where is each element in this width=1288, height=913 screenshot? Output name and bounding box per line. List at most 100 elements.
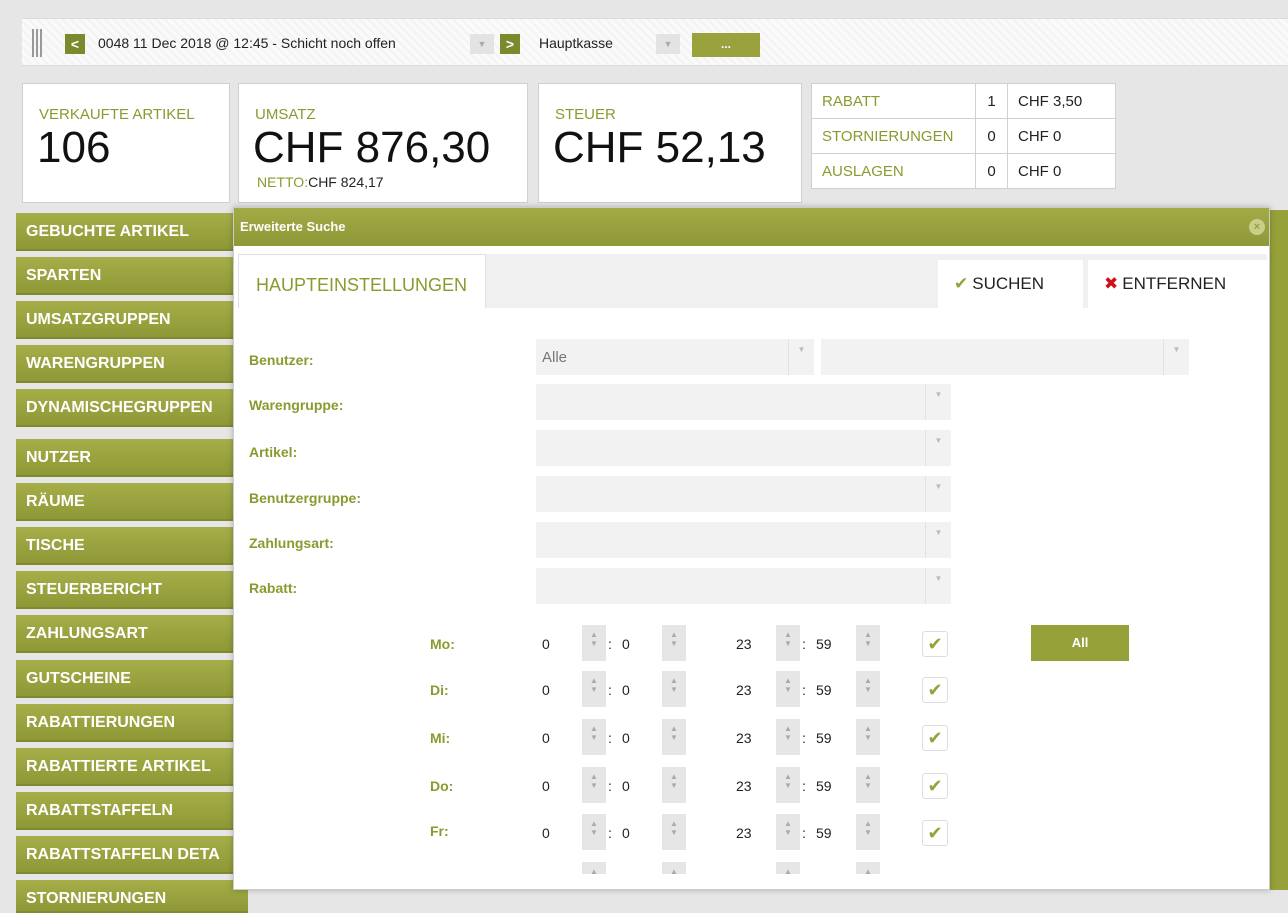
sidebar-item-stornierungen[interactable]: STORNIERUNGEN: [16, 880, 248, 913]
from-minute-spinner[interactable]: 0 ▲ ▼: [616, 719, 686, 755]
to-hour-spinner[interactable]: 23 ▲ ▼: [730, 814, 800, 850]
to-hour-spinner[interactable]: 23 ▲ ▼: [730, 719, 800, 755]
remove-button[interactable]: ✖ ENTFERNEN: [1088, 260, 1267, 308]
net-value: CHF 824,17: [308, 174, 384, 190]
to-hour-spinner[interactable]: 23 ▲ ▼: [730, 671, 800, 707]
day-enabled-checkbox[interactable]: ✔: [922, 773, 948, 799]
remove-button-label: ENTFERNEN: [1122, 274, 1227, 293]
article-select[interactable]: ▼: [536, 430, 951, 466]
from-hour-spinner[interactable]: 0 ▲ ▼: [536, 719, 606, 755]
spinner-arrows-icon[interactable]: ▲: [856, 862, 880, 874]
from-hour-spinner[interactable]: 0 ▲ ▼: [536, 625, 606, 661]
to-minute-spinner[interactable]: ▲: [810, 862, 880, 874]
drag-handle[interactable]: [32, 29, 42, 57]
spinner-arrows-icon[interactable]: ▲: [662, 862, 686, 874]
all-button[interactable]: All: [1031, 625, 1129, 661]
day-enabled-checkbox[interactable]: ✔: [922, 677, 948, 703]
spinner-arrows-icon[interactable]: ▲ ▼: [662, 671, 686, 707]
sidebar-item-dynamischegruppen[interactable]: DYNAMISCHEGRUPPEN: [16, 389, 248, 427]
from-hour-spinner[interactable]: 0 ▲ ▼: [536, 814, 606, 850]
day-enabled-checkbox[interactable]: ✔: [922, 820, 948, 846]
spinner-arrows-icon[interactable]: ▲ ▼: [582, 814, 606, 850]
to-hour-value: 23: [736, 636, 752, 652]
spinner-arrows-icon[interactable]: ▲ ▼: [776, 767, 800, 803]
from-hour-spinner[interactable]: 0 ▲ ▼: [536, 671, 606, 707]
sidebar-item-rabattstaffeln-details[interactable]: RABATTSTAFFELN DETA: [16, 836, 248, 874]
spinner-arrows-icon[interactable]: ▲ ▼: [856, 767, 880, 803]
sidebar-item-steuerbericht[interactable]: STEUERBERICHT: [16, 571, 248, 609]
to-hour-spinner[interactable]: ▲: [730, 862, 800, 874]
product-group-label: Warengruppe:: [249, 397, 344, 413]
prev-shift-button[interactable]: <: [65, 34, 85, 54]
sidebar-item-rabattierte-artikel[interactable]: RABATTIERTE ARTIKEL: [16, 748, 248, 786]
spinner-arrows-icon[interactable]: ▲ ▼: [776, 814, 800, 850]
time-separator: :: [802, 682, 806, 698]
sidebar-item-rabattstaffeln[interactable]: RABATTSTAFFELN: [16, 792, 248, 830]
more-button[interactable]: ...: [692, 33, 760, 57]
sidebar-item-sparten[interactable]: SPARTEN: [16, 257, 248, 295]
shift-dropdown-arrow[interactable]: ▼: [470, 34, 494, 54]
product-group-select[interactable]: ▼: [536, 384, 951, 420]
user-group-select[interactable]: ▼: [536, 476, 951, 512]
from-minute-value: 0: [622, 636, 630, 652]
search-button[interactable]: ✔ SUCHEN: [938, 260, 1083, 308]
discount-select[interactable]: ▼: [536, 568, 951, 604]
spinner-arrows-icon[interactable]: ▲ ▼: [856, 719, 880, 755]
register-select-value[interactable]: Hauptkasse: [539, 35, 613, 51]
register-dropdown-arrow[interactable]: ▼: [656, 34, 680, 54]
sidebar-item-gebuchte-artikel[interactable]: GEBUCHTE ARTIKEL: [16, 213, 248, 251]
revenue-label: UMSATZ: [255, 106, 316, 123]
spinner-arrows-icon[interactable]: ▲ ▼: [662, 719, 686, 755]
spinner-arrows-icon[interactable]: ▲ ▼: [662, 625, 686, 661]
spinner-arrows-icon[interactable]: ▲ ▼: [662, 814, 686, 850]
time-separator: :: [608, 636, 612, 652]
from-hour-spinner[interactable]: ▲: [536, 862, 606, 874]
next-shift-button[interactable]: >: [500, 34, 520, 54]
spinner-arrows-icon[interactable]: ▲ ▼: [776, 671, 800, 707]
spinner-arrows-icon[interactable]: ▲ ▼: [856, 814, 880, 850]
close-icon[interactable]: ×: [1249, 219, 1265, 235]
spinner-arrows-icon[interactable]: ▲ ▼: [582, 767, 606, 803]
from-minute-value: 0: [622, 825, 630, 841]
spinner-arrows-icon[interactable]: ▲ ▼: [776, 719, 800, 755]
from-minute-spinner[interactable]: ▲: [616, 862, 686, 874]
chevron-down-icon: ▼: [925, 384, 951, 420]
spinner-arrows-icon[interactable]: ▲ ▼: [662, 767, 686, 803]
sidebar-item-gutscheine[interactable]: GUTSCHEINE: [16, 660, 248, 698]
payment-type-select[interactable]: ▼: [536, 522, 951, 558]
to-minute-spinner[interactable]: 59 ▲ ▼: [810, 719, 880, 755]
tab-haupteinstellungen[interactable]: HAUPTEINSTELLUNGEN: [238, 254, 486, 308]
spinner-arrows-icon[interactable]: ▲ ▼: [856, 671, 880, 707]
to-hour-spinner[interactable]: 23 ▲ ▼: [730, 767, 800, 803]
spinner-arrows-icon[interactable]: ▲ ▼: [582, 625, 606, 661]
spinner-arrows-icon[interactable]: ▲ ▼: [776, 625, 800, 661]
user-secondary-select[interactable]: ▼: [821, 339, 1189, 375]
spinner-arrows-icon[interactable]: ▲: [776, 862, 800, 874]
sidebar-item-tische[interactable]: TISCHE: [16, 527, 248, 565]
to-minute-spinner[interactable]: 59 ▲ ▼: [810, 625, 880, 661]
from-minute-spinner[interactable]: 0 ▲ ▼: [616, 767, 686, 803]
spinner-arrows-icon[interactable]: ▲ ▼: [582, 671, 606, 707]
to-minute-spinner[interactable]: 59 ▲ ▼: [810, 767, 880, 803]
sidebar-item-rabattierungen[interactable]: RABATTIERUNGEN: [16, 704, 248, 742]
from-minute-spinner[interactable]: 0 ▲ ▼: [616, 625, 686, 661]
to-minute-spinner[interactable]: 59 ▲ ▼: [810, 814, 880, 850]
sidebar-item-umsatzgruppen[interactable]: UMSATZGRUPPEN: [16, 301, 248, 339]
from-minute-spinner[interactable]: 0 ▲ ▼: [616, 671, 686, 707]
cancellations-count: 0: [975, 118, 1008, 154]
to-minute-spinner[interactable]: 59 ▲ ▼: [810, 671, 880, 707]
from-minute-spinner[interactable]: 0 ▲ ▼: [616, 814, 686, 850]
from-hour-spinner[interactable]: 0 ▲ ▼: [536, 767, 606, 803]
day-enabled-checkbox[interactable]: ✔: [922, 725, 948, 751]
sidebar-item-nutzer[interactable]: NUTZER: [16, 439, 248, 477]
sidebar-item-warengruppen[interactable]: WARENGRUPPEN: [16, 345, 248, 383]
spinner-arrows-icon[interactable]: ▲: [582, 862, 606, 874]
spinner-arrows-icon[interactable]: ▲ ▼: [856, 625, 880, 661]
day-enabled-checkbox[interactable]: ✔: [922, 631, 948, 657]
sidebar-item-raeume[interactable]: RÄUME: [16, 483, 248, 521]
user-select[interactable]: Alle ▼: [536, 339, 814, 375]
to-hour-spinner[interactable]: 23 ▲ ▼: [730, 625, 800, 661]
sidebar-item-zahlungsart[interactable]: ZAHLUNGSART: [16, 615, 248, 653]
spinner-arrows-icon[interactable]: ▲ ▼: [582, 719, 606, 755]
shift-select-value[interactable]: 0048 11 Dec 2018 @ 12:45 - Schicht noch …: [98, 35, 396, 51]
